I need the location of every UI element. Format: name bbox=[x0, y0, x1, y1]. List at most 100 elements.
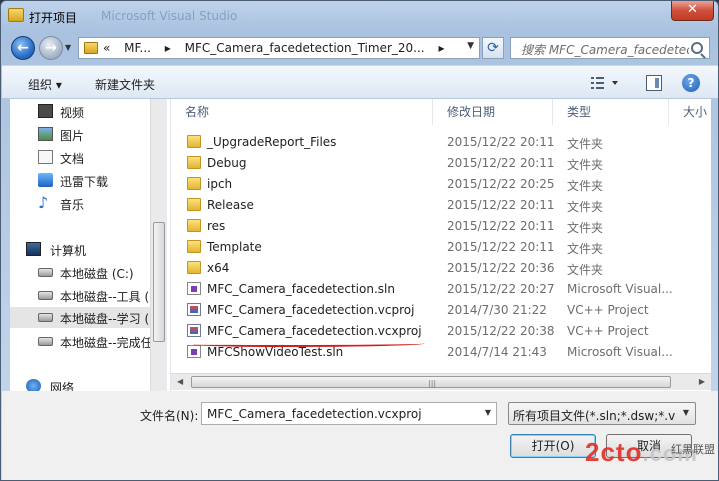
file-name: MFCShowVideoTest.sln bbox=[207, 345, 344, 359]
command-bar: 组织 ▾ 新建文件夹 ? bbox=[2, 65, 718, 99]
file-date: 2014/7/14 21:43 bbox=[447, 345, 547, 359]
folder-icon bbox=[187, 261, 201, 274]
file-row[interactable]: ipch 2015/12/22 20:25 文件夹 bbox=[171, 174, 711, 195]
file-row-selected[interactable]: MFC_Camera_facedetection.vcxproj 2015/12/… bbox=[171, 321, 711, 342]
organize-button[interactable]: 组织 ▾ bbox=[28, 76, 62, 93]
horizontal-scrollbar[interactable]: ◀ ||| ▶ bbox=[171, 373, 711, 390]
file-row[interactable]: MFC_Camera_facedetection.vcproj 2014/7/30… bbox=[171, 300, 711, 321]
file-type: Microsoft Visual... bbox=[567, 345, 673, 359]
scrollbar-thumb[interactable] bbox=[153, 222, 165, 342]
file-row[interactable]: x64 2015/12/22 20:36 文件夹 bbox=[171, 258, 711, 279]
sidebar-item-computer[interactable]: 计算机 bbox=[10, 239, 150, 260]
sidebar-item-xunlei-downloads[interactable]: 迅雷下载 bbox=[10, 170, 150, 191]
file-date: 2015/12/22 20:11 bbox=[447, 156, 555, 170]
close-button[interactable]: ✕ bbox=[671, 1, 714, 21]
file-type: 文件夹 bbox=[567, 221, 604, 235]
window-title: 打开项目 bbox=[29, 11, 78, 25]
file-name: MFC_Camera_facedetection.vcproj bbox=[207, 303, 415, 317]
file-list: 名称 ▲ 修改日期 类型 大小 _UpgradeReport_Files 2015… bbox=[171, 99, 711, 391]
folder-icon bbox=[187, 240, 201, 253]
help-icon[interactable]: ? bbox=[682, 74, 700, 92]
breadcrumb: « MF... ▸ MFC_Camera_facedetection_Timer… bbox=[103, 41, 454, 55]
background-window-title: Microsoft Visual Studio bbox=[101, 9, 238, 23]
picture-icon bbox=[38, 127, 53, 141]
file-name: res bbox=[207, 219, 226, 233]
search-input[interactable]: 搜索 MFC_Camera_facedetection... bbox=[510, 37, 710, 59]
back-button[interactable]: ← bbox=[11, 36, 35, 60]
forward-button[interactable]: → bbox=[39, 36, 63, 60]
file-type: Microsoft Visual... bbox=[567, 282, 673, 296]
column-header-size[interactable]: 大小 bbox=[669, 99, 711, 125]
new-folder-button[interactable]: 新建文件夹 bbox=[95, 76, 155, 93]
file-name: Template bbox=[207, 240, 262, 254]
view-list-icon bbox=[591, 77, 618, 89]
filetype-value: 所有项目文件(*.sln;*.dsw;*.vcw bbox=[513, 409, 675, 423]
sidebar-item-videos[interactable]: 视频 bbox=[10, 101, 150, 122]
file-type: 文件夹 bbox=[567, 200, 604, 214]
column-header-type[interactable]: 类型 bbox=[553, 99, 669, 125]
scroll-left-icon[interactable]: ◀ bbox=[177, 377, 183, 386]
video-icon bbox=[38, 104, 53, 118]
navigation-pane: 视频 图片 文档 迅雷下载 ♪ 音乐 计算机 本地磁盘 (C:) 本地磁盘--工具… bbox=[10, 99, 150, 391]
file-row[interactable]: Debug 2015/12/22 20:11 文件夹 bbox=[171, 153, 711, 174]
file-type: 文件夹 bbox=[567, 263, 604, 277]
filename-field[interactable]: MFC_Camera_facedetection.vcxproj ▼ bbox=[201, 402, 497, 425]
sidebar-item-documents[interactable]: 文档 bbox=[10, 147, 150, 168]
file-row[interactable]: res 2015/12/22 20:11 文件夹 bbox=[171, 216, 711, 237]
file-name: MFC_Camera_facedetection.vcxproj bbox=[207, 324, 422, 338]
refresh-button[interactable]: ⟳ bbox=[482, 37, 504, 59]
file-name: ipch bbox=[207, 177, 233, 191]
file-row[interactable]: Template 2015/12/22 20:11 文件夹 bbox=[171, 237, 711, 258]
sidebar-item-music[interactable]: ♪ 音乐 bbox=[10, 193, 150, 214]
download-icon bbox=[38, 173, 53, 187]
filetype-select[interactable]: 所有项目文件(*.sln;*.dsw;*.vcw ▼ bbox=[508, 402, 696, 425]
scroll-right-icon[interactable]: ▶ bbox=[699, 377, 705, 386]
breadcrumb-separator: ▸ bbox=[438, 41, 445, 55]
breadcrumb-separator: ▸ bbox=[164, 41, 171, 55]
file-type: 文件夹 bbox=[567, 242, 604, 256]
file-name: _UpgradeReport_Files bbox=[207, 135, 337, 149]
document-icon bbox=[38, 150, 53, 164]
breadcrumb-item[interactable]: MFC_Camera_facedetection_Timer_20... bbox=[185, 41, 425, 55]
file-date: 2015/12/22 20:11 bbox=[447, 198, 555, 212]
view-options-button[interactable] bbox=[590, 75, 620, 91]
network-icon bbox=[26, 379, 41, 391]
recent-pages-dropdown[interactable]: ▼ bbox=[65, 43, 71, 52]
sidebar-item-drive-c[interactable]: 本地磁盘 (C:) bbox=[10, 262, 150, 283]
sidebar-item-network[interactable]: 网络 bbox=[10, 376, 150, 391]
file-name: Release bbox=[207, 198, 254, 212]
search-icon[interactable] bbox=[691, 42, 703, 54]
chevron-down-icon[interactable]: ▼ bbox=[467, 41, 474, 51]
file-name: x64 bbox=[207, 261, 230, 275]
scrollbar-thumb[interactable]: ||| bbox=[191, 376, 671, 388]
drive-icon bbox=[38, 268, 53, 277]
breadcrumb-separator: « bbox=[103, 41, 111, 55]
folder-icon bbox=[187, 198, 201, 211]
address-bar[interactable]: « MF... ▸ MFC_Camera_facedetection_Timer… bbox=[78, 37, 480, 59]
file-row[interactable]: _UpgradeReport_Files 2015/12/22 20:11 文件夹 bbox=[171, 132, 711, 153]
open-button[interactable]: 打开(O) bbox=[510, 434, 596, 458]
sidebar-scrollbar[interactable] bbox=[150, 99, 167, 391]
file-row[interactable]: MFC_Camera_facedetection.sln 2015/12/22 2… bbox=[171, 279, 711, 300]
computer-icon bbox=[26, 242, 41, 256]
breadcrumb-item[interactable]: MF... bbox=[124, 41, 151, 55]
file-date: 2015/12/22 20:11 bbox=[447, 135, 555, 149]
chevron-down-icon[interactable]: ▼ bbox=[485, 408, 491, 417]
folder-icon bbox=[187, 219, 201, 232]
file-type: 文件夹 bbox=[567, 158, 604, 172]
file-date: 2015/12/22 20:25 bbox=[447, 177, 555, 191]
sidebar-item-drive-tasks[interactable]: 本地磁盘--完成任 bbox=[10, 331, 150, 352]
sidebar-item-drive-study[interactable]: 本地磁盘--学习 ( bbox=[10, 307, 150, 328]
vc-project-icon bbox=[187, 303, 201, 316]
preview-pane-icon[interactable] bbox=[646, 75, 662, 91]
vc-project-icon bbox=[187, 324, 201, 337]
column-header-name[interactable]: 名称 bbox=[171, 99, 433, 125]
file-type: VC++ Project bbox=[567, 324, 649, 338]
sidebar-item-pictures[interactable]: 图片 bbox=[10, 124, 150, 145]
column-header-date[interactable]: 修改日期 bbox=[433, 99, 553, 125]
file-row[interactable]: Release 2015/12/22 20:11 文件夹 bbox=[171, 195, 711, 216]
sidebar-item-drive-tools[interactable]: 本地磁盘--工具 ( bbox=[10, 285, 150, 306]
open-project-dialog: 打开项目 Microsoft Visual Studio ✕ ← → ▼ « M… bbox=[0, 0, 719, 481]
file-date: 2015/12/22 20:38 bbox=[447, 324, 555, 338]
solution-file-icon bbox=[187, 282, 201, 295]
